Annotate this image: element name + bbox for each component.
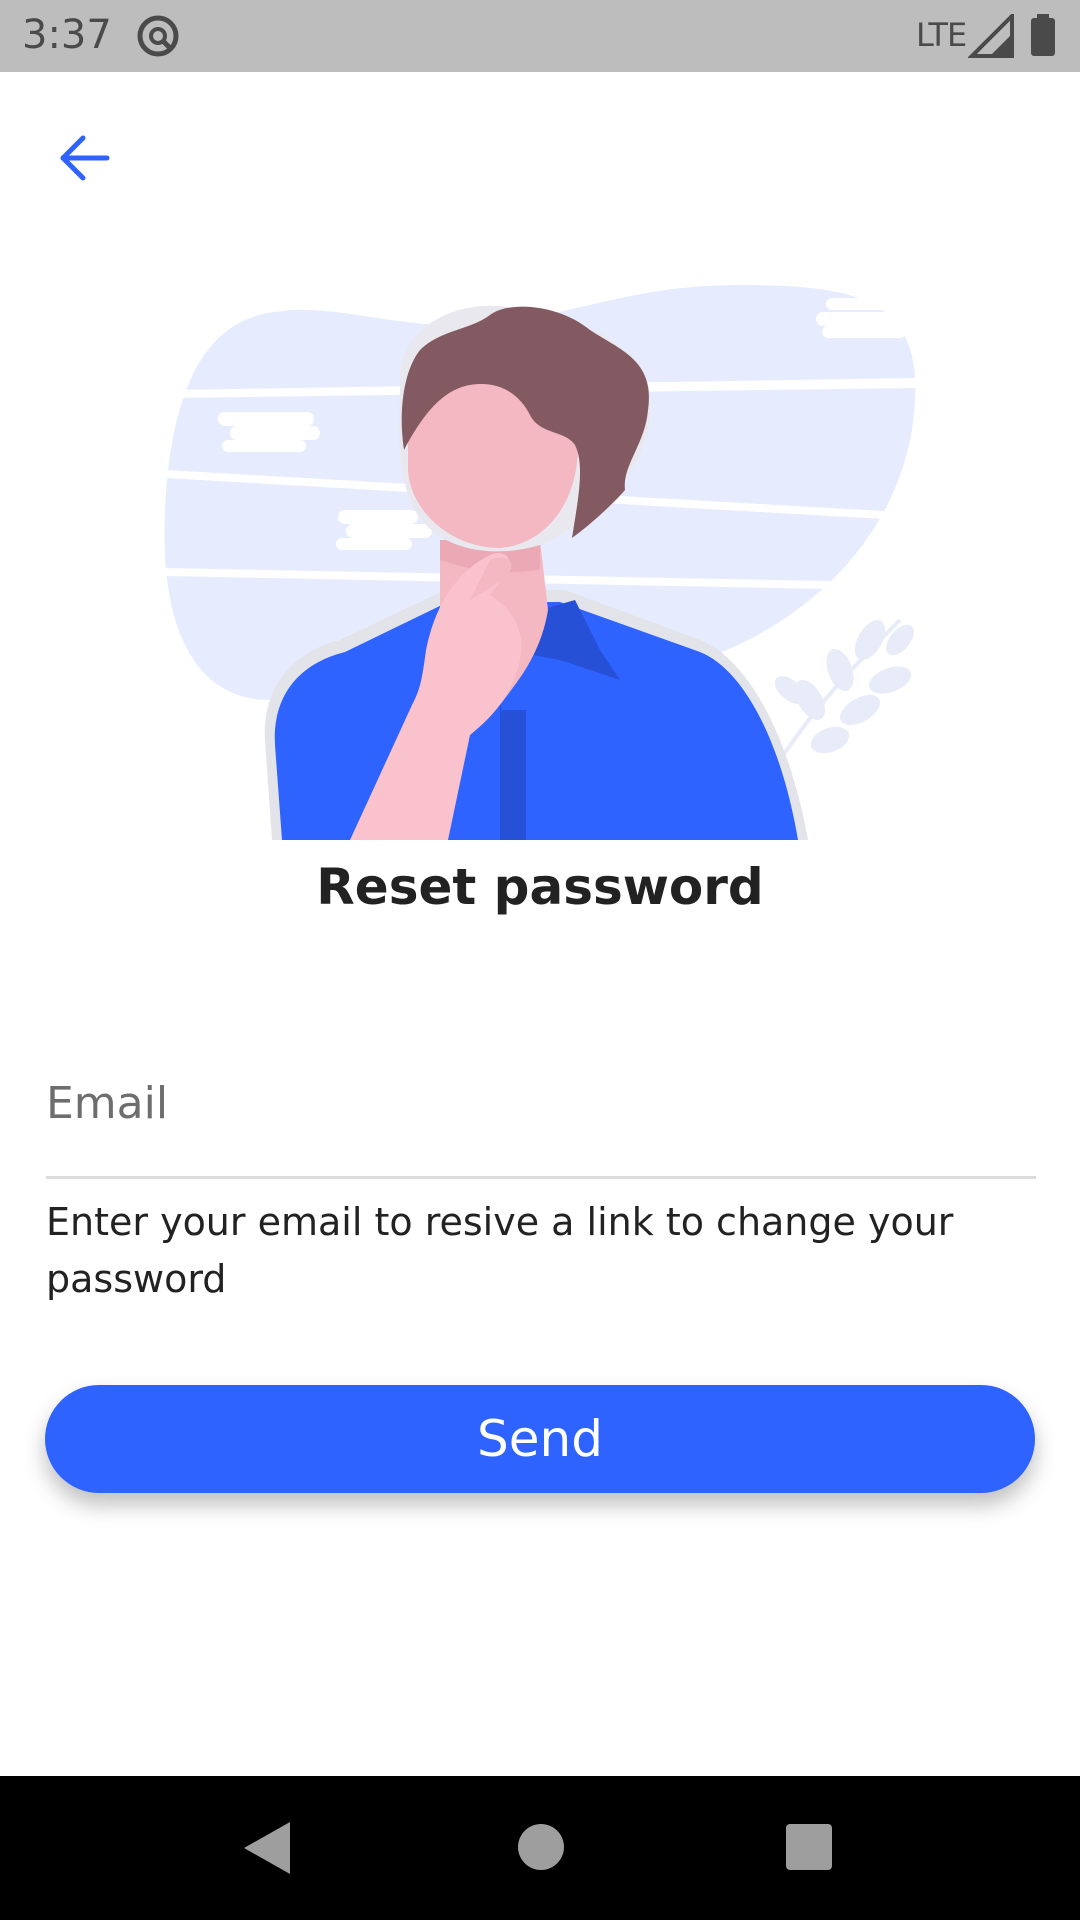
thinking-person-illustration	[164, 285, 916, 840]
notification-icon	[137, 15, 179, 57]
email-field-container	[46, 1040, 1036, 1180]
back-button[interactable]	[44, 118, 124, 198]
email-field[interactable]	[46, 1040, 1036, 1166]
page-title: Reset password	[316, 858, 764, 916]
signal-icon	[968, 14, 1014, 58]
nav-home-icon[interactable]	[518, 1824, 564, 1870]
send-button[interactable]: Send	[45, 1385, 1035, 1493]
system-nav-bar	[0, 1776, 1080, 1920]
network-type-label: LTE	[916, 16, 967, 54]
nav-recent-icon[interactable]	[786, 1824, 832, 1870]
battery-icon	[1031, 14, 1055, 56]
email-field-underline	[46, 1176, 1036, 1179]
status-time: 3:37	[22, 12, 112, 58]
helper-text: Enter your email to resive a link to cha…	[46, 1200, 954, 1301]
status-bar: 3:37 LTE	[0, 0, 1080, 72]
nav-back-icon[interactable]	[242, 1820, 292, 1876]
arrow-left-icon	[60, 135, 110, 181]
